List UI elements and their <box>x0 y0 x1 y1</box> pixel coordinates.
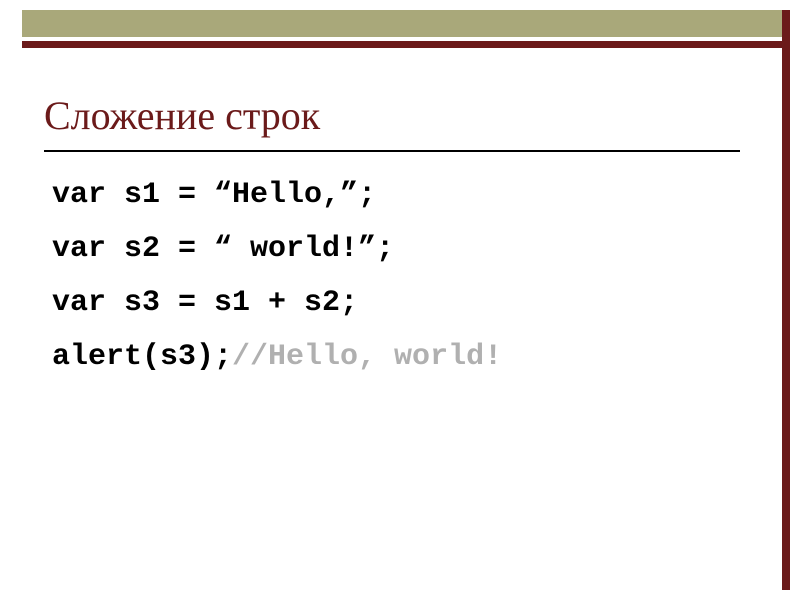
code-block: var s1 = “Hello,”; var s2 = “ world!”; v… <box>52 168 740 384</box>
title-underline <box>44 150 740 152</box>
slide-accent-line <box>22 41 790 48</box>
code-line-2: var s2 = “ world!”; <box>52 222 740 276</box>
slide-right-edge <box>782 10 790 590</box>
code-line-4: alert(s3);//Hello, world! <box>52 330 740 384</box>
code-line-1: var s1 = “Hello,”; <box>52 168 740 222</box>
code-line-3: var s3 = s1 + s2; <box>52 276 740 330</box>
slide-top-bar <box>22 10 790 37</box>
code-line-4-code: alert(s3); <box>52 340 232 374</box>
slide-title: Сложение строк <box>44 92 740 140</box>
code-comment: //Hello, world! <box>232 340 502 374</box>
